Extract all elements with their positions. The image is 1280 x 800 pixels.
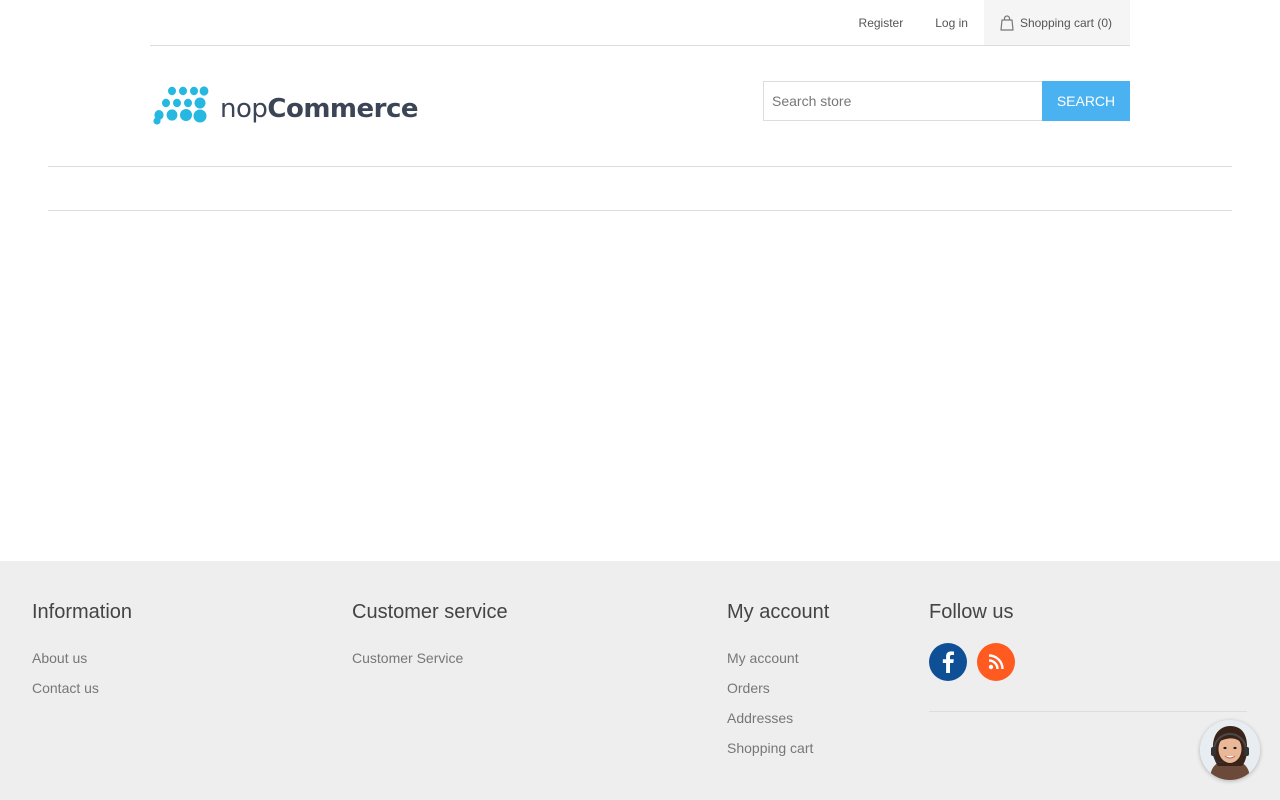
footer-information-list: About us Contact us bbox=[32, 643, 132, 703]
footer-customer-service: Customer service Customer Service bbox=[352, 601, 508, 673]
header-menu bbox=[48, 166, 1232, 211]
search-input[interactable] bbox=[763, 81, 1042, 121]
shopping-bag-icon bbox=[1000, 14, 1014, 31]
customer-service-link[interactable]: Customer Service bbox=[352, 643, 508, 673]
about-us-link[interactable]: About us bbox=[32, 643, 132, 673]
logo-wordmark: nopCommerce bbox=[220, 93, 419, 124]
search-button[interactable]: Search bbox=[1042, 81, 1130, 121]
logo-text-commerce: Commerce bbox=[267, 93, 419, 124]
footer-my-account-title: My account bbox=[727, 601, 830, 623]
rss-icon[interactable] bbox=[977, 643, 1015, 681]
login-link[interactable]: Log in bbox=[919, 0, 984, 45]
search-box: Search bbox=[763, 81, 1130, 121]
footer-customer-service-title: Customer service bbox=[352, 601, 508, 623]
footer-follow-us: Follow us bbox=[929, 601, 1247, 712]
register-link[interactable]: Register bbox=[843, 0, 920, 45]
social-links bbox=[929, 643, 1247, 712]
header-links: Register Log in Shopping cart (0) bbox=[843, 0, 1130, 45]
store-logo[interactable]: nopCommerce bbox=[152, 84, 419, 133]
orders-link[interactable]: Orders bbox=[727, 673, 829, 703]
footer-information-title: Information bbox=[32, 601, 133, 623]
contact-us-link[interactable]: Contact us bbox=[32, 673, 132, 703]
chat-agent-avatar[interactable] bbox=[1200, 720, 1260, 780]
header-upper: Register Log in Shopping cart (0) bbox=[150, 0, 1130, 46]
my-account-link[interactable]: My account bbox=[727, 643, 829, 673]
facebook-icon[interactable] bbox=[929, 643, 967, 681]
shopping-cart-link[interactable]: Shopping cart (0) bbox=[983, 0, 1130, 45]
addresses-link[interactable]: Addresses bbox=[727, 703, 829, 733]
shopping-cart-label: Shopping cart (0) bbox=[1019, 15, 1112, 30]
footer-follow-us-title: Follow us bbox=[929, 601, 1014, 623]
logo-text-nop: nop bbox=[220, 93, 268, 124]
footer-my-account: My account My account Orders Addresses S… bbox=[727, 601, 829, 763]
footer-my-account-list: My account Orders Addresses Shopping car… bbox=[727, 643, 829, 763]
footer-customer-service-list: Customer Service bbox=[352, 643, 508, 673]
page: Register Log in Shopping cart (0) nopCom… bbox=[0, 0, 1280, 800]
logo-dots-icon bbox=[152, 84, 210, 133]
footer-information: Information About us Contact us bbox=[32, 601, 132, 703]
footer: Information About us Contact us Customer… bbox=[0, 561, 1280, 800]
footer-shopping-cart-link[interactable]: Shopping cart bbox=[727, 733, 829, 763]
